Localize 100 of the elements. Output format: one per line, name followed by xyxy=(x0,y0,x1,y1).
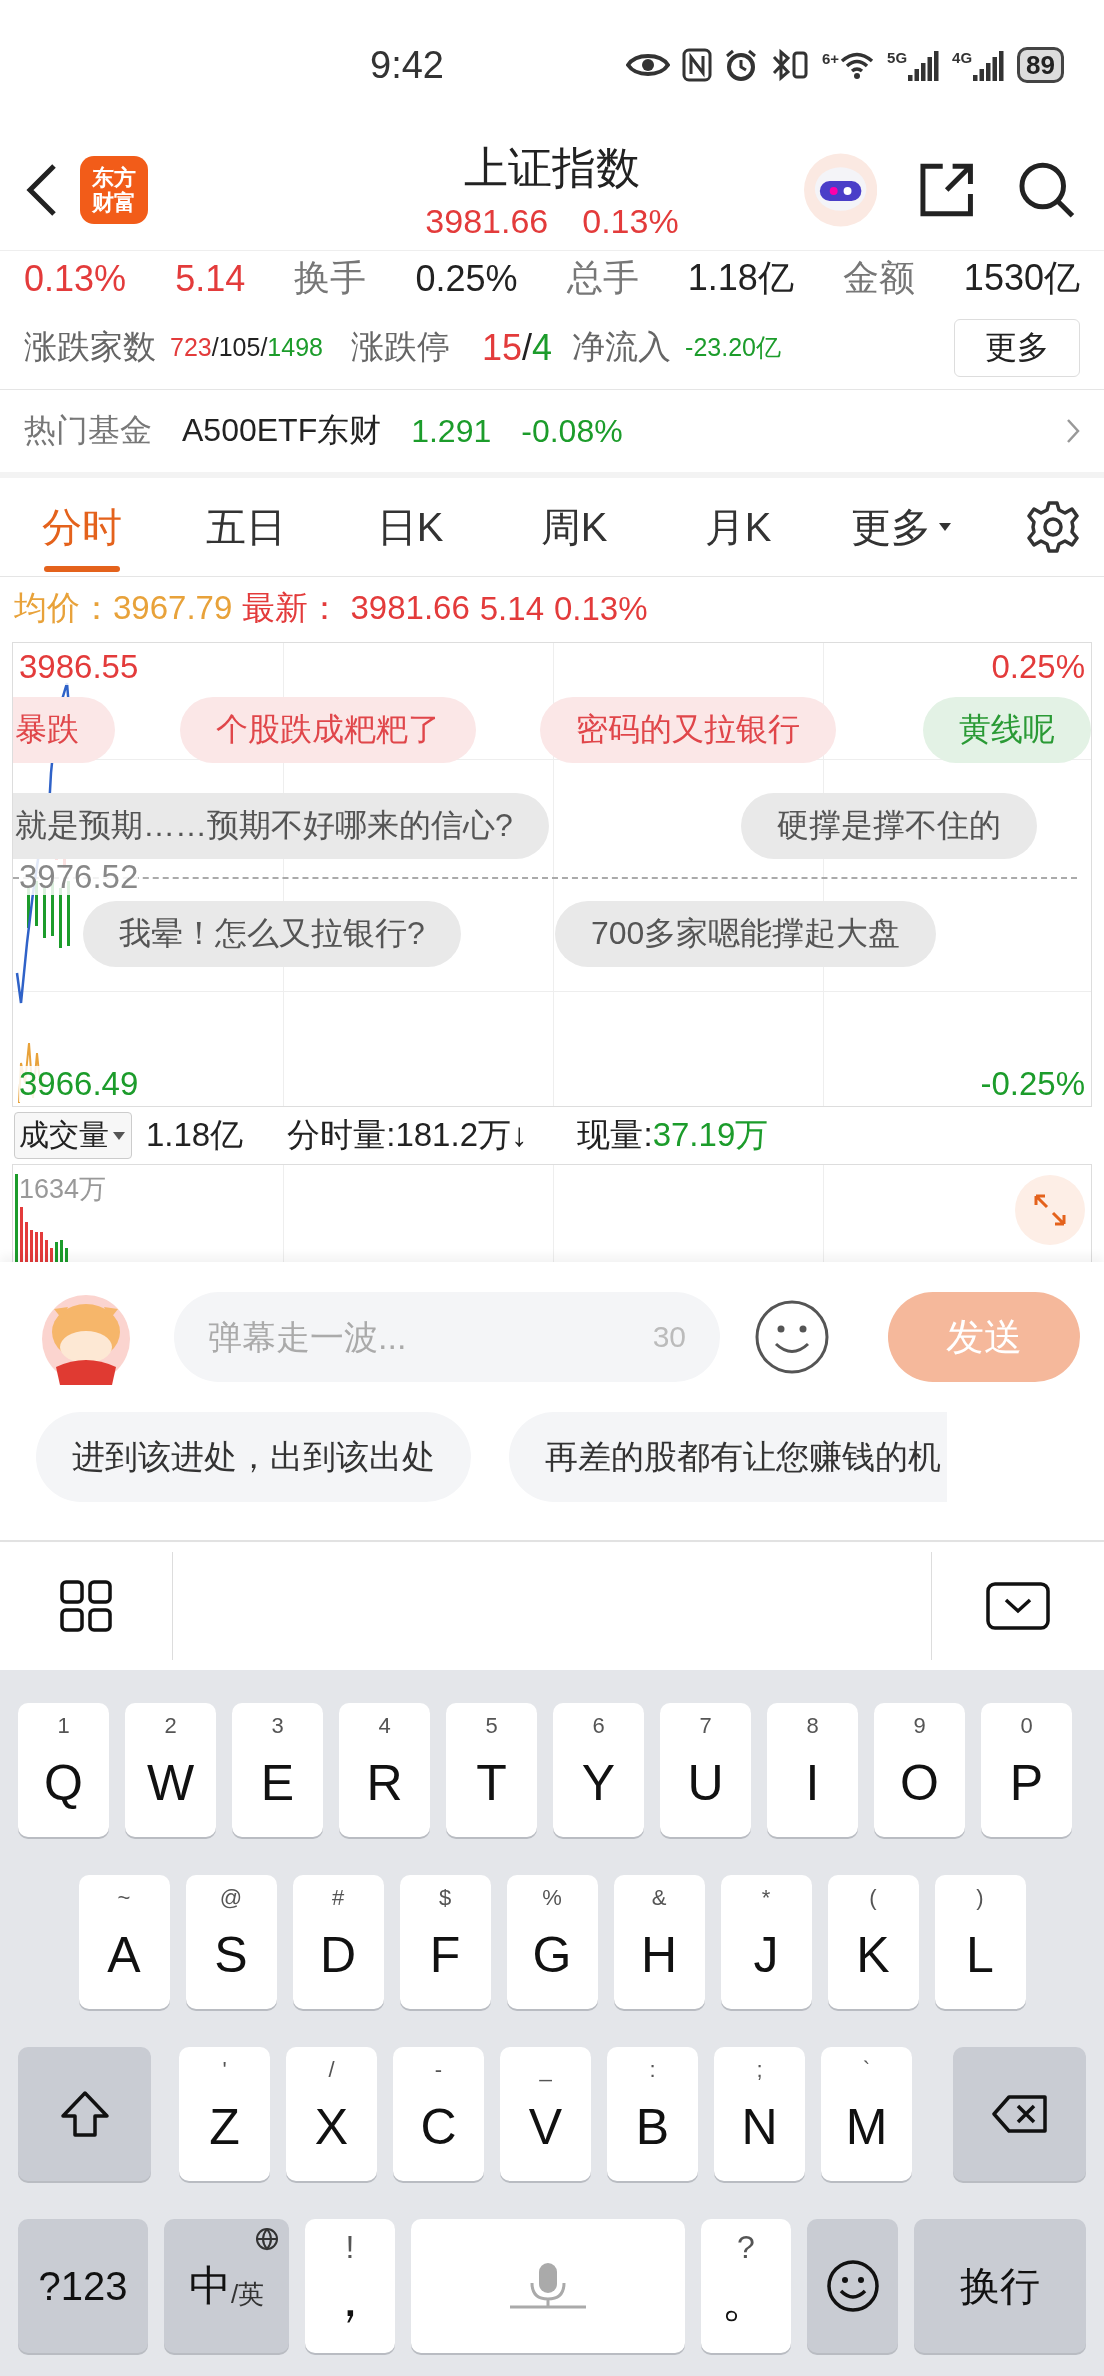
backspace-key[interactable] xyxy=(953,2047,1086,2181)
keyboard-key[interactable]: - C xyxy=(393,2047,484,2181)
keyboard-key[interactable]: 7 U xyxy=(660,1703,751,1837)
advance-decline-count: 723/105/1498 xyxy=(170,333,323,362)
keyboard-key[interactable]: 0 P xyxy=(981,1703,1072,1837)
back-icon[interactable] xyxy=(24,162,58,218)
keyboard-key[interactable]: # D xyxy=(292,1875,384,2009)
wifi-icon xyxy=(839,50,876,80)
stat-label: 换手 xyxy=(294,256,367,300)
price-change: 5.14 xyxy=(479,589,544,628)
indicator-dropdown[interactable]: 成交量 xyxy=(14,1112,132,1159)
symbols-key[interactable]: ?123 xyxy=(18,2219,148,2353)
index-price: 3981.66 xyxy=(425,202,549,241)
keyboard-key[interactable]: ) L xyxy=(934,1875,1026,2009)
limit-count: 15/4 xyxy=(481,326,553,369)
battery-level: 89 xyxy=(1017,47,1064,83)
globe-icon xyxy=(255,2227,279,2251)
alarm-icon xyxy=(723,48,758,82)
axis-label: 3966.49 xyxy=(19,1066,139,1102)
keyboard-key[interactable]: ~ A xyxy=(78,1875,170,2009)
stat-value: 1.18亿 xyxy=(687,256,794,300)
caret-icon xyxy=(111,1129,127,1142)
period-volume: 分时量:181.2万↓ xyxy=(287,1115,528,1155)
network-label: 5G xyxy=(887,49,908,66)
keyboard-key[interactable]: 6 Y xyxy=(553,1703,644,1837)
keyboard-key[interactable]: % G xyxy=(506,1875,598,2009)
keyboard-key[interactable]: 4 R xyxy=(339,1703,430,1837)
average-price: 均价：3967.79 xyxy=(14,588,233,628)
network-label: 4G xyxy=(952,49,973,66)
danmaku-comment: 个股跌成粑粑了 xyxy=(180,697,476,763)
keyboard-key[interactable]: 2 W xyxy=(125,1703,216,1837)
stat-value: 1530亿 xyxy=(963,256,1080,300)
microphone-icon xyxy=(508,2261,588,2311)
fund-name[interactable]: A500ETF东财 xyxy=(182,409,382,453)
keyboard-key[interactable]: ` M xyxy=(821,2047,912,2181)
settings-icon[interactable] xyxy=(1026,500,1080,554)
quick-phrase-chip[interactable]: 进到该进处，出到该出处 xyxy=(36,1412,471,1502)
grid-icon[interactable] xyxy=(60,1580,112,1632)
keyboard-key[interactable]: 3 E xyxy=(232,1703,323,1837)
keyboard-key[interactable]: ! ， xyxy=(305,2219,395,2353)
stat-label: 净流入 xyxy=(572,327,672,367)
keyboard-key[interactable]: & H xyxy=(613,1875,705,2009)
keyboard-key[interactable]: ; N xyxy=(714,2047,805,2181)
stat-label: 涨跌停 xyxy=(350,327,450,367)
axis-label: 1634万 xyxy=(19,1173,107,1206)
stat-label: 金额 xyxy=(842,256,915,300)
danmaku-comment: 700多家嗯能撑起大盘 xyxy=(555,901,937,967)
stat-label: 涨跌家数 xyxy=(24,327,156,367)
quick-phrase-chip[interactable]: 再差的股都有让您赚钱的机 xyxy=(509,1412,947,1502)
wifi-label: 6+ xyxy=(821,50,840,67)
keyboard-key[interactable]: / X xyxy=(286,2047,377,2181)
enter-key[interactable]: 换行 xyxy=(914,2219,1086,2353)
keyboard-hide-icon[interactable] xyxy=(986,1582,1050,1630)
danmaku-comment: 硬撑是撑不住的 xyxy=(741,793,1037,859)
keyboard-key[interactable]: 1 Q xyxy=(18,1703,109,1837)
chevron-right-icon[interactable] xyxy=(1066,418,1080,444)
emoji-icon[interactable] xyxy=(754,1299,830,1375)
keyboard-key[interactable]: ' Z xyxy=(179,2047,270,2181)
keyboard-key[interactable]: * J xyxy=(720,1875,812,2009)
smiley-icon xyxy=(825,2259,880,2313)
keyboard-key[interactable]: 8 I xyxy=(767,1703,858,1837)
keyboard-key[interactable]: ? 。 xyxy=(701,2219,791,2353)
fund-label: 热门基金 xyxy=(24,411,152,450)
chart-tab[interactable]: 日K xyxy=(328,478,492,576)
danmaku-comment: 密码的又拉银行 xyxy=(540,697,836,763)
danmaku-comment: 暴跌 xyxy=(13,697,115,763)
caret-icon xyxy=(937,521,953,533)
net-inflow-value: -23.20亿 xyxy=(685,332,781,363)
chart-tab[interactable]: 五日 xyxy=(164,478,328,576)
stat-value: 5.14 xyxy=(175,257,246,300)
eye-icon xyxy=(625,51,670,79)
emoji-key[interactable] xyxy=(807,2219,898,2353)
stat-label: 总手 xyxy=(566,256,639,300)
keyboard-key[interactable]: @ S xyxy=(185,1875,277,2009)
keyboard-key[interactable]: $ F xyxy=(399,1875,491,2009)
signal-icon xyxy=(973,49,1006,81)
keyboard-key[interactable]: _ V xyxy=(500,2047,591,2181)
latest-price: 最新： 3981.66 xyxy=(242,588,470,628)
percent-change: 0.13% xyxy=(554,589,648,628)
keyboard-key[interactable]: : B xyxy=(607,2047,698,2181)
axis-label: 3976.52 xyxy=(19,859,139,895)
keyboard-key[interactable]: 5 T xyxy=(446,1703,537,1837)
chart-tab[interactable]: 周K xyxy=(492,478,656,576)
character-counter: 30 xyxy=(652,1320,686,1354)
keyboard-key[interactable]: 9 O xyxy=(874,1703,965,1837)
clock-time: 9:42 xyxy=(370,43,444,87)
shift-arrow-icon xyxy=(59,2090,110,2138)
robot-avatar-icon[interactable] xyxy=(804,153,878,227)
danmaku-comment: 我晕！怎么又拉银行? xyxy=(83,901,461,967)
chart-tab[interactable]: 月K xyxy=(656,478,820,576)
danmaku-comment: 黄线呢 xyxy=(923,697,1091,763)
shift-key[interactable] xyxy=(18,2047,151,2181)
fund-change: -0.08% xyxy=(521,412,623,450)
chart-tab[interactable]: 更多 xyxy=(820,478,984,576)
stat-value: 0.25% xyxy=(415,257,518,300)
more-button[interactable]: 更多 xyxy=(954,318,1080,377)
index-change: 0.13% xyxy=(582,202,679,241)
backspace-icon xyxy=(990,2094,1049,2134)
language-key[interactable]: 中/英 xyxy=(164,2219,289,2353)
keyboard-key[interactable]: ( K xyxy=(827,1875,919,2009)
